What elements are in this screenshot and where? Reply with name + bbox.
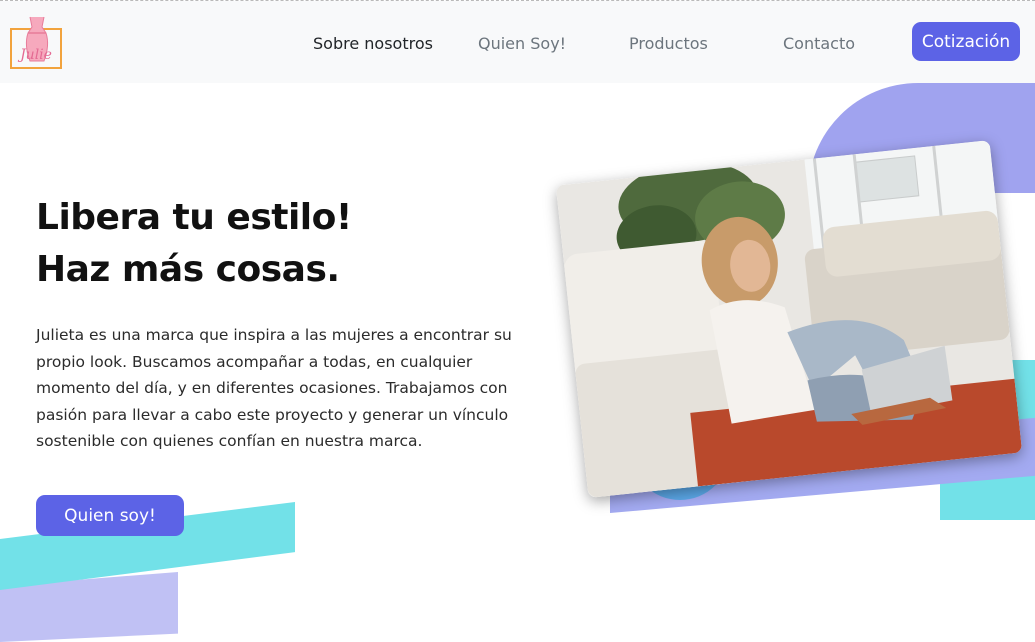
hero-headline: Libera tu estilo! Haz más cosas. (36, 192, 352, 296)
quien-soy-button[interactable]: Quien soy! (36, 495, 184, 536)
logo-text: Julie (17, 47, 52, 63)
nav-link-sobre-nosotros[interactable]: Sobre nosotros (313, 34, 433, 53)
hero-description: Julieta es una marca que inspira a las m… (36, 326, 512, 450)
nav-link-contacto[interactable]: Contacto (783, 34, 855, 53)
hero-photo (555, 140, 1023, 498)
headline-line-1: Libera tu estilo! (36, 197, 352, 238)
nav-link-productos[interactable]: Productos (629, 34, 708, 53)
navbar: Julie Sobre nosotros Quien Soy! Producto… (0, 1, 1035, 83)
headline-line-2: Haz más cosas. (36, 249, 340, 290)
nav-link-quien-soy[interactable]: Quien Soy! (478, 34, 566, 53)
cotizacion-button[interactable]: Cotización (912, 22, 1020, 61)
hero-photo-illustration (555, 140, 1023, 498)
julie-logo[interactable]: Julie (10, 15, 62, 69)
